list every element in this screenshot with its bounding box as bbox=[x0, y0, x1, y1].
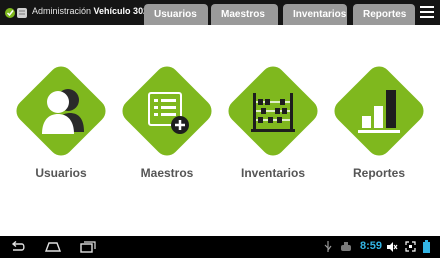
list-add-icon bbox=[122, 66, 212, 156]
tab-usuarios[interactable]: Usuarios bbox=[144, 4, 208, 25]
back-icon[interactable] bbox=[10, 241, 26, 253]
menu-icon[interactable] bbox=[420, 6, 434, 18]
tab-reportes-label: Reportes bbox=[363, 9, 407, 20]
recent-apps-icon[interactable] bbox=[80, 241, 96, 253]
tile-maestros-label: Maestros bbox=[140, 166, 194, 180]
tile-reportes-label: Reportes bbox=[352, 166, 405, 180]
tab-maestros-label: Maestros bbox=[221, 9, 265, 20]
home-icon[interactable] bbox=[44, 242, 62, 252]
debug-icon bbox=[341, 242, 351, 251]
tile-usuarios-label: Usuarios bbox=[35, 166, 87, 180]
tab-usuarios-label: Usuarios bbox=[154, 9, 197, 20]
status-clock: 8:59 bbox=[360, 240, 383, 252]
title-vehicle: Vehículo 302 bbox=[93, 6, 149, 16]
tile-usuarios[interactable]: Usuarios bbox=[8, 58, 114, 188]
abacus-icon bbox=[228, 66, 318, 156]
tab-reportes[interactable]: Reportes bbox=[353, 4, 415, 25]
tile-inventarios-label: Inventarios bbox=[240, 166, 306, 180]
app-title: Administración Vehículo 302 bbox=[32, 6, 148, 16]
tile-maestros[interactable]: Maestros bbox=[114, 58, 220, 188]
tab-inventarios[interactable]: Inventarios bbox=[283, 4, 347, 25]
top-bar: Administración Vehículo 302 Usuarios Mae… bbox=[0, 0, 440, 25]
tab-maestros[interactable]: Maestros bbox=[211, 4, 278, 25]
tile-inventarios[interactable]: Inventarios bbox=[220, 58, 326, 188]
battery-icon bbox=[423, 240, 430, 253]
title-prefix: Administración bbox=[32, 6, 92, 16]
mute-icon bbox=[387, 242, 398, 252]
usb-icon bbox=[324, 241, 332, 252]
bar-chart-icon bbox=[334, 66, 424, 156]
screenshot-icon bbox=[405, 241, 416, 252]
tab-inventarios-label: Inventarios bbox=[293, 9, 347, 20]
tile-reportes[interactable]: Reportes bbox=[326, 58, 432, 188]
users-icon bbox=[16, 66, 106, 156]
app-logo-icon bbox=[5, 8, 27, 18]
